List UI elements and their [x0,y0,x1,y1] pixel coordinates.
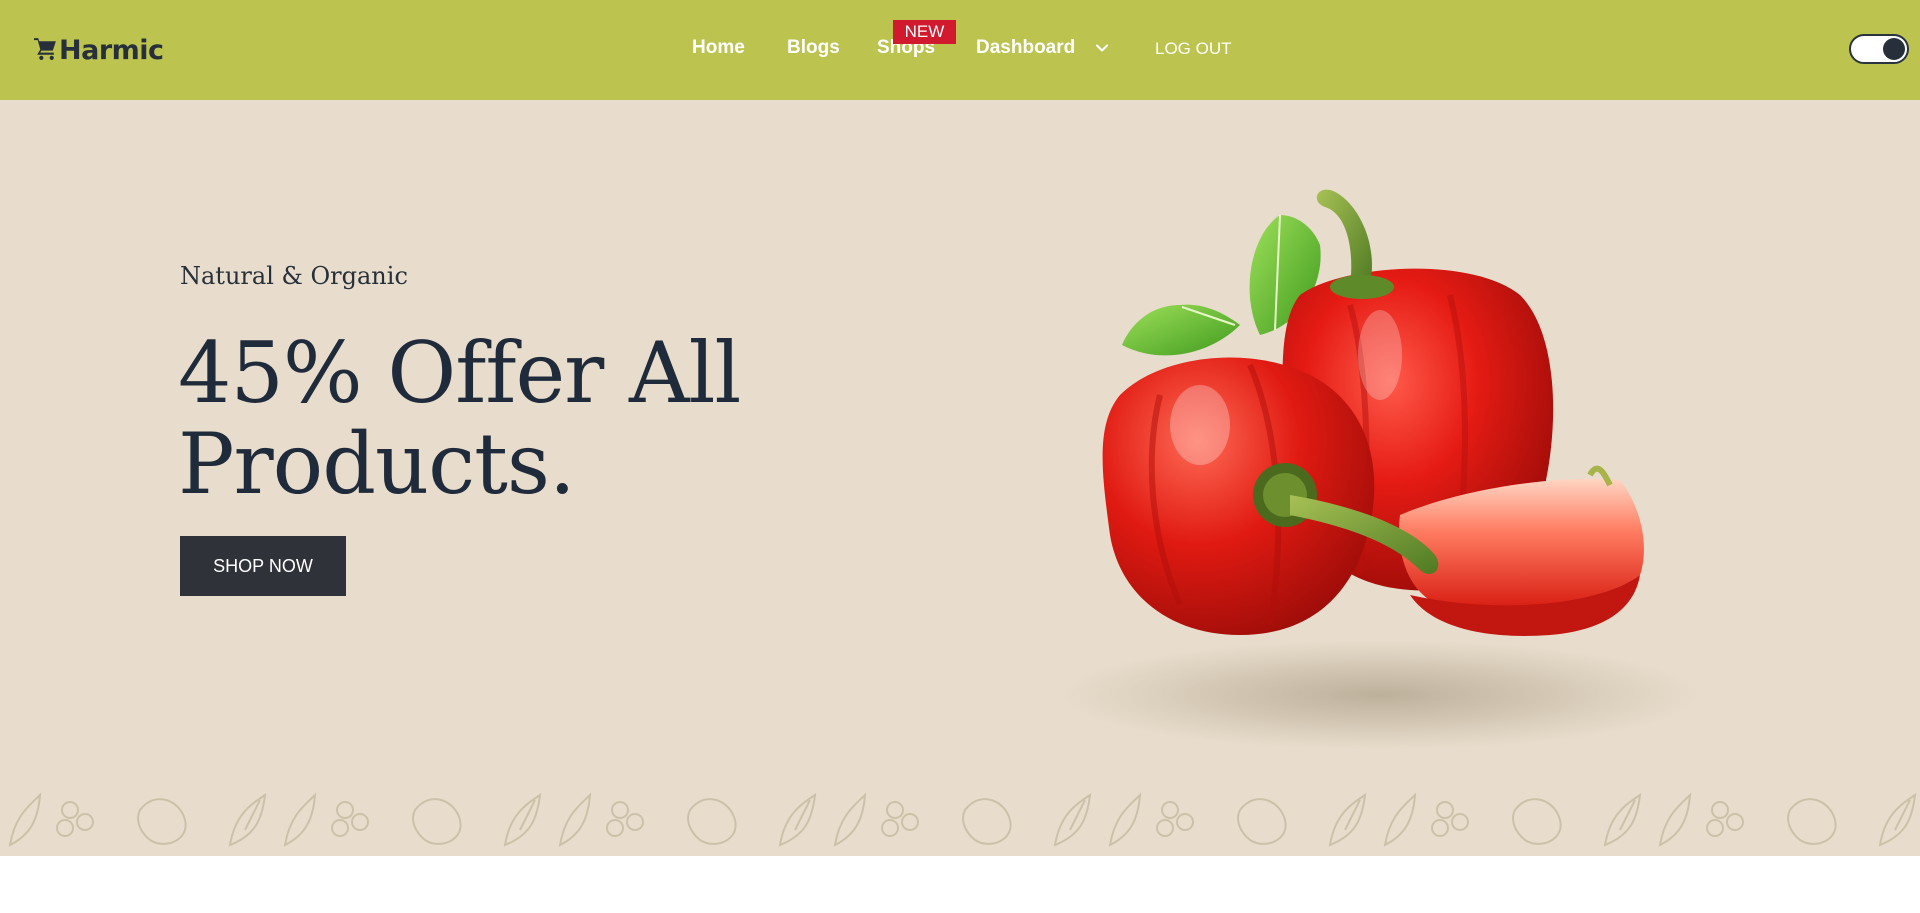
nav-blogs[interactable]: Blogs [787,37,840,59]
nav-dashboard[interactable]: Dashboard [976,37,1075,59]
theme-toggle[interactable] [1849,34,1909,64]
shop-now-button[interactable]: SHOP NOW [180,536,346,596]
hero-headline-line1: 45% Offer All [178,324,741,422]
hero-section: Natural & Organic 45% Offer All Products… [0,100,1920,856]
new-badge: NEW [893,20,956,44]
hero-headline: 45% Offer All Products. [178,328,878,510]
hero-eyebrow: Natural & Organic [180,262,408,290]
toggle-knob [1883,38,1905,60]
red-peppers-image [1060,189,1700,750]
nav-home[interactable]: Home [692,37,745,59]
main-nav: Home Blogs Shops NEW Dashboard LOG OUT [0,0,1920,100]
page-content-area [0,856,1920,913]
logout-link[interactable]: LOG OUT [1155,39,1232,59]
hero-headline-line2: Products. [178,415,576,513]
chevron-down-icon[interactable] [1094,40,1110,56]
decorative-pattern [8,792,1916,847]
site-header: Harmic Home Blogs Shops NEW Dashboard LO… [0,0,1920,100]
